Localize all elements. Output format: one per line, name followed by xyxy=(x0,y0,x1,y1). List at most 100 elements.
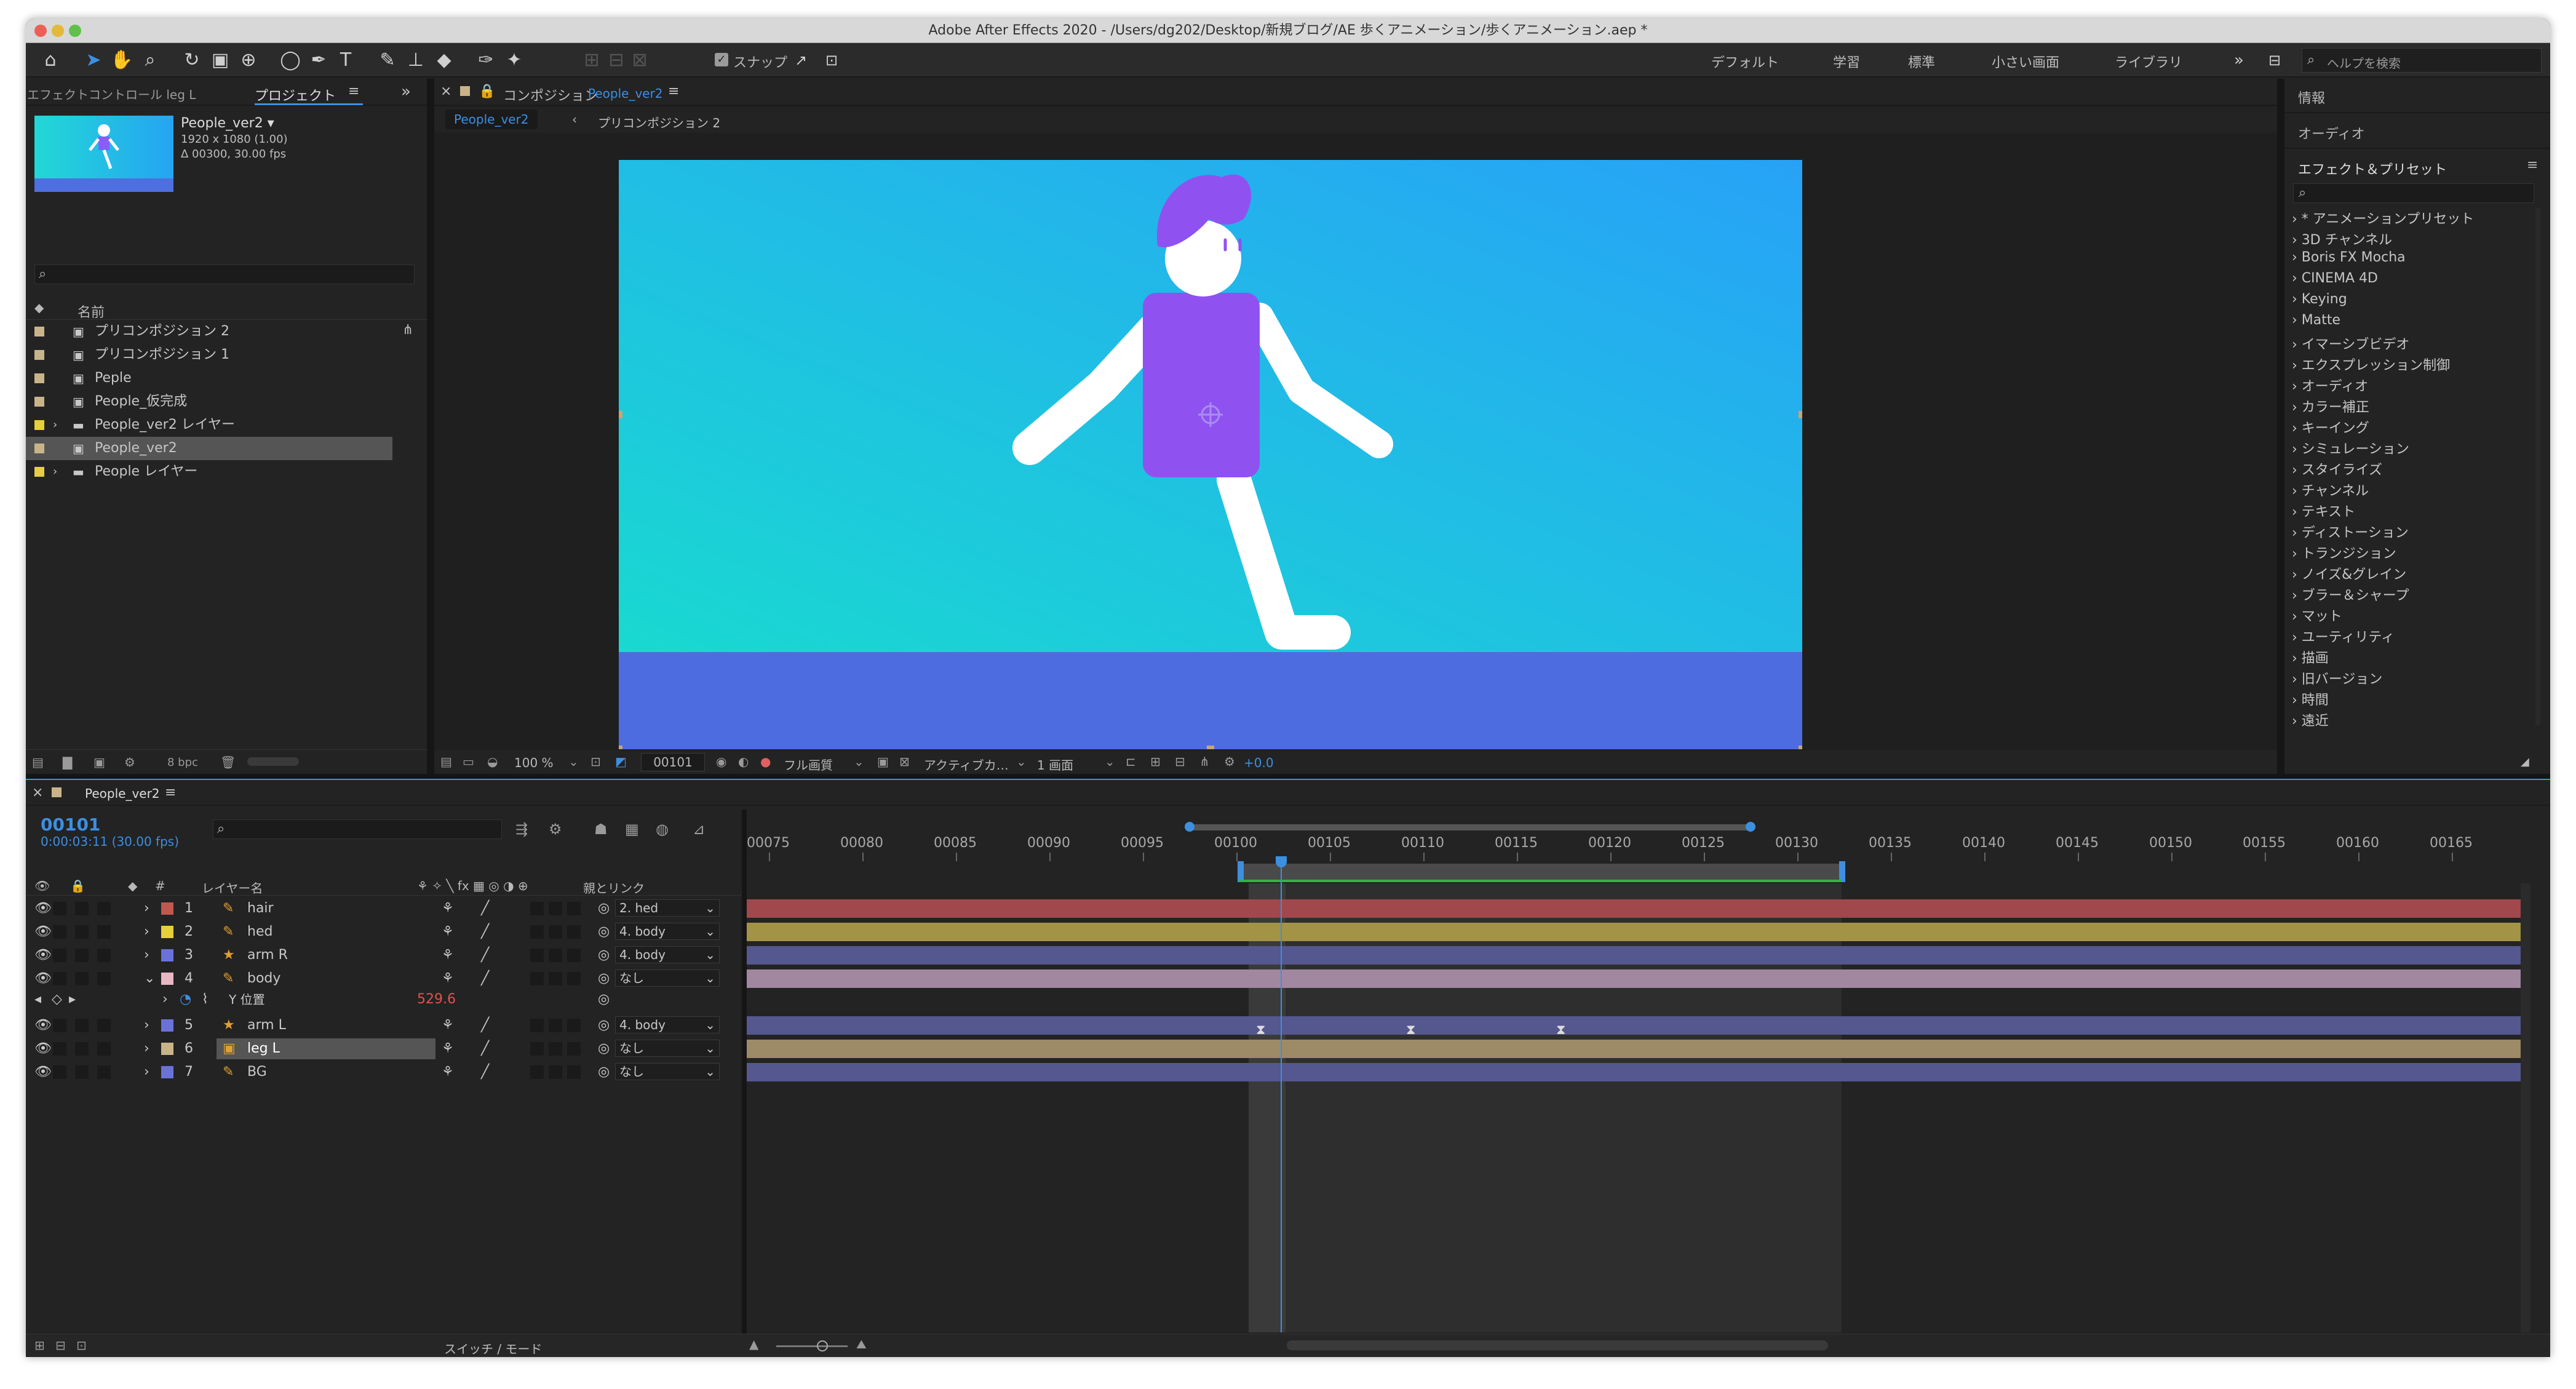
expand-chevron-icon[interactable]: › xyxy=(2292,271,2302,286)
expand-chevron-icon[interactable]: › xyxy=(2292,567,2302,583)
clone-stamp-tool-icon[interactable]: ⊥ xyxy=(403,48,428,73)
effect-category[interactable]: › トランジション xyxy=(2292,543,2396,562)
workspace-libraries[interactable]: ライブラリ xyxy=(2115,52,2182,71)
stopwatch-icon[interactable]: ◔ xyxy=(180,988,191,1011)
selection-tool-icon[interactable]: ➤ xyxy=(81,48,106,73)
zoom-tool-icon[interactable]: ⌕ xyxy=(138,48,162,73)
time-zoom-knob[interactable] xyxy=(817,1340,828,1351)
label-color-swatch[interactable] xyxy=(34,350,44,360)
in-out-panes-icon[interactable]: ⊡ xyxy=(76,1338,87,1353)
expand-chevron-icon[interactable]: › xyxy=(144,1014,149,1037)
effect-category[interactable]: › テキスト xyxy=(2292,501,2355,520)
effect-category[interactable]: › 3D チャンネル xyxy=(2292,229,2392,249)
effect-switch[interactable] xyxy=(530,972,544,985)
axis-mode-icon[interactable]: ⊞ xyxy=(579,48,604,73)
solo-toggle[interactable] xyxy=(75,1042,89,1056)
quality-switch-icon[interactable]: ╱ xyxy=(481,967,489,990)
parent-link-select[interactable]: なし ⌄ xyxy=(615,1040,720,1057)
transparency-grid-icon[interactable]: ⊠ xyxy=(899,754,910,769)
snap-options-icon[interactable]: ↗ xyxy=(789,48,813,73)
zoom-navigator-bar[interactable] xyxy=(1187,824,1751,830)
expand-chevron-icon[interactable]: › xyxy=(2292,546,2302,562)
effect-category[interactable]: › キーイング xyxy=(2292,417,2369,437)
shy-switch-icon[interactable]: ⚘ xyxy=(442,1037,454,1061)
work-area-bar[interactable] xyxy=(1239,864,1842,881)
parent-link-select[interactable]: 2. hed ⌄ xyxy=(615,899,720,917)
close-panel-icon[interactable]: × xyxy=(440,84,451,99)
workspace-small-screen[interactable]: 小さい画面 xyxy=(1992,52,2059,71)
layer-duration-bar[interactable] xyxy=(747,969,2521,988)
effect-switch[interactable] xyxy=(530,1065,544,1079)
label-color-swatch[interactable] xyxy=(34,444,44,453)
layer-duration-bar[interactable] xyxy=(747,899,2521,918)
lock-toggle[interactable] xyxy=(97,1019,111,1032)
layer-name[interactable]: hair xyxy=(247,897,274,920)
axis-mode-3-icon[interactable]: ⊠ xyxy=(627,48,652,73)
navigator-end-handle[interactable] xyxy=(1746,822,1755,832)
work-area-end[interactable] xyxy=(1839,861,1845,882)
breadcrumb-next[interactable]: プリコンポジション 2 xyxy=(598,113,720,131)
label-column-icon[interactable]: ◆ xyxy=(128,878,137,893)
workspace-menu-icon[interactable]: ⊟ xyxy=(2262,48,2287,73)
lock-column-icon[interactable]: 🔒 xyxy=(70,878,85,893)
effect-category[interactable]: › 旧バージョン xyxy=(2292,668,2382,688)
expand-chevron-icon[interactable]: › xyxy=(2292,337,2302,352)
help-search-input[interactable]: ⌕ ヘルプを検索 xyxy=(2302,48,2542,73)
effect-switch[interactable] xyxy=(530,902,544,915)
snapshot-camera-icon[interactable]: ◉ xyxy=(716,754,726,769)
solo-toggle[interactable] xyxy=(75,925,89,939)
bit-depth-label[interactable]: 8 bpc xyxy=(167,756,198,769)
layer-name[interactable]: arm L xyxy=(247,1014,286,1037)
camera-tool-icon[interactable]: ▣ xyxy=(208,48,233,73)
expand-chevron-icon[interactable]: › xyxy=(2292,312,2302,328)
effect-category[interactable]: › Boris FX Mocha xyxy=(2292,250,2406,265)
timeline-horizontal-scrollbar[interactable] xyxy=(1287,1340,1828,1350)
layer-duration-bar[interactable] xyxy=(747,946,2521,965)
number-column-icon[interactable]: # xyxy=(155,878,165,893)
timeline-icon[interactable]: ⊟ xyxy=(1175,754,1185,769)
roto-brush-tool-icon[interactable]: ✑ xyxy=(474,48,498,73)
motion-blur-switch[interactable] xyxy=(567,972,581,985)
layer-name[interactable]: hed xyxy=(247,920,272,944)
lock-toggle[interactable] xyxy=(97,902,111,915)
grid-guides-icon[interactable]: ⊡ xyxy=(590,754,601,769)
panel-menu-icon[interactable]: ≡ xyxy=(348,84,359,99)
new-folder-icon[interactable]: ▇ xyxy=(63,755,72,770)
playhead[interactable] xyxy=(1281,859,1282,1332)
tab-project[interactable]: プロジェクト xyxy=(255,85,336,105)
hand-tool-icon[interactable]: ✋ xyxy=(109,48,134,73)
motion-blur-switch[interactable] xyxy=(567,902,581,915)
brush-tool-icon[interactable]: ✎ xyxy=(375,48,400,73)
expand-chevron-icon[interactable]: › xyxy=(2292,672,2302,687)
motion-blur-switch[interactable] xyxy=(567,925,581,939)
effect-category[interactable]: › エクスプレッション制御 xyxy=(2292,354,2450,374)
solo-toggle[interactable] xyxy=(75,949,89,962)
label-color-swatch[interactable] xyxy=(34,397,44,407)
frame-blend-switch[interactable] xyxy=(549,972,562,985)
effect-switch[interactable] xyxy=(530,949,544,962)
quality-switch-icon[interactable]: ╱ xyxy=(481,1061,489,1084)
pickwhip-icon[interactable]: ◎ xyxy=(598,920,610,944)
resolution-select[interactable]: フル画質 xyxy=(784,755,833,773)
expand-chevron-icon[interactable]: › xyxy=(2292,651,2302,666)
label-color-swatch[interactable] xyxy=(34,327,44,336)
expand-chevron-icon[interactable]: › xyxy=(162,988,168,1011)
shy-switch-icon[interactable]: ⚘ xyxy=(442,944,454,967)
home-icon[interactable]: ⌂ xyxy=(38,48,63,73)
visibility-eye-icon[interactable]: 👁 xyxy=(34,944,52,967)
layer-name[interactable]: body xyxy=(247,967,280,990)
pickwhip-icon[interactable]: ◎ xyxy=(598,1037,610,1061)
solo-toggle[interactable] xyxy=(75,902,89,915)
layer-name[interactable]: leg L xyxy=(247,1037,280,1061)
lock-toggle[interactable] xyxy=(97,972,111,985)
project-item[interactable]: ▣ Peple xyxy=(26,367,427,390)
project-item[interactable]: ▣ プリコンポジション 2 xyxy=(26,320,427,343)
effect-category[interactable]: › ディストーション xyxy=(2292,522,2409,541)
audio-toggle[interactable] xyxy=(53,1042,66,1056)
layer-name[interactable]: BG xyxy=(247,1061,267,1084)
solo-toggle[interactable] xyxy=(75,1019,89,1032)
text-tool-icon[interactable]: T xyxy=(333,48,358,73)
quality-switch-icon[interactable]: ╱ xyxy=(481,1014,489,1037)
work-area-start[interactable] xyxy=(1238,861,1244,882)
effect-category[interactable]: › オーディオ xyxy=(2292,375,2368,395)
